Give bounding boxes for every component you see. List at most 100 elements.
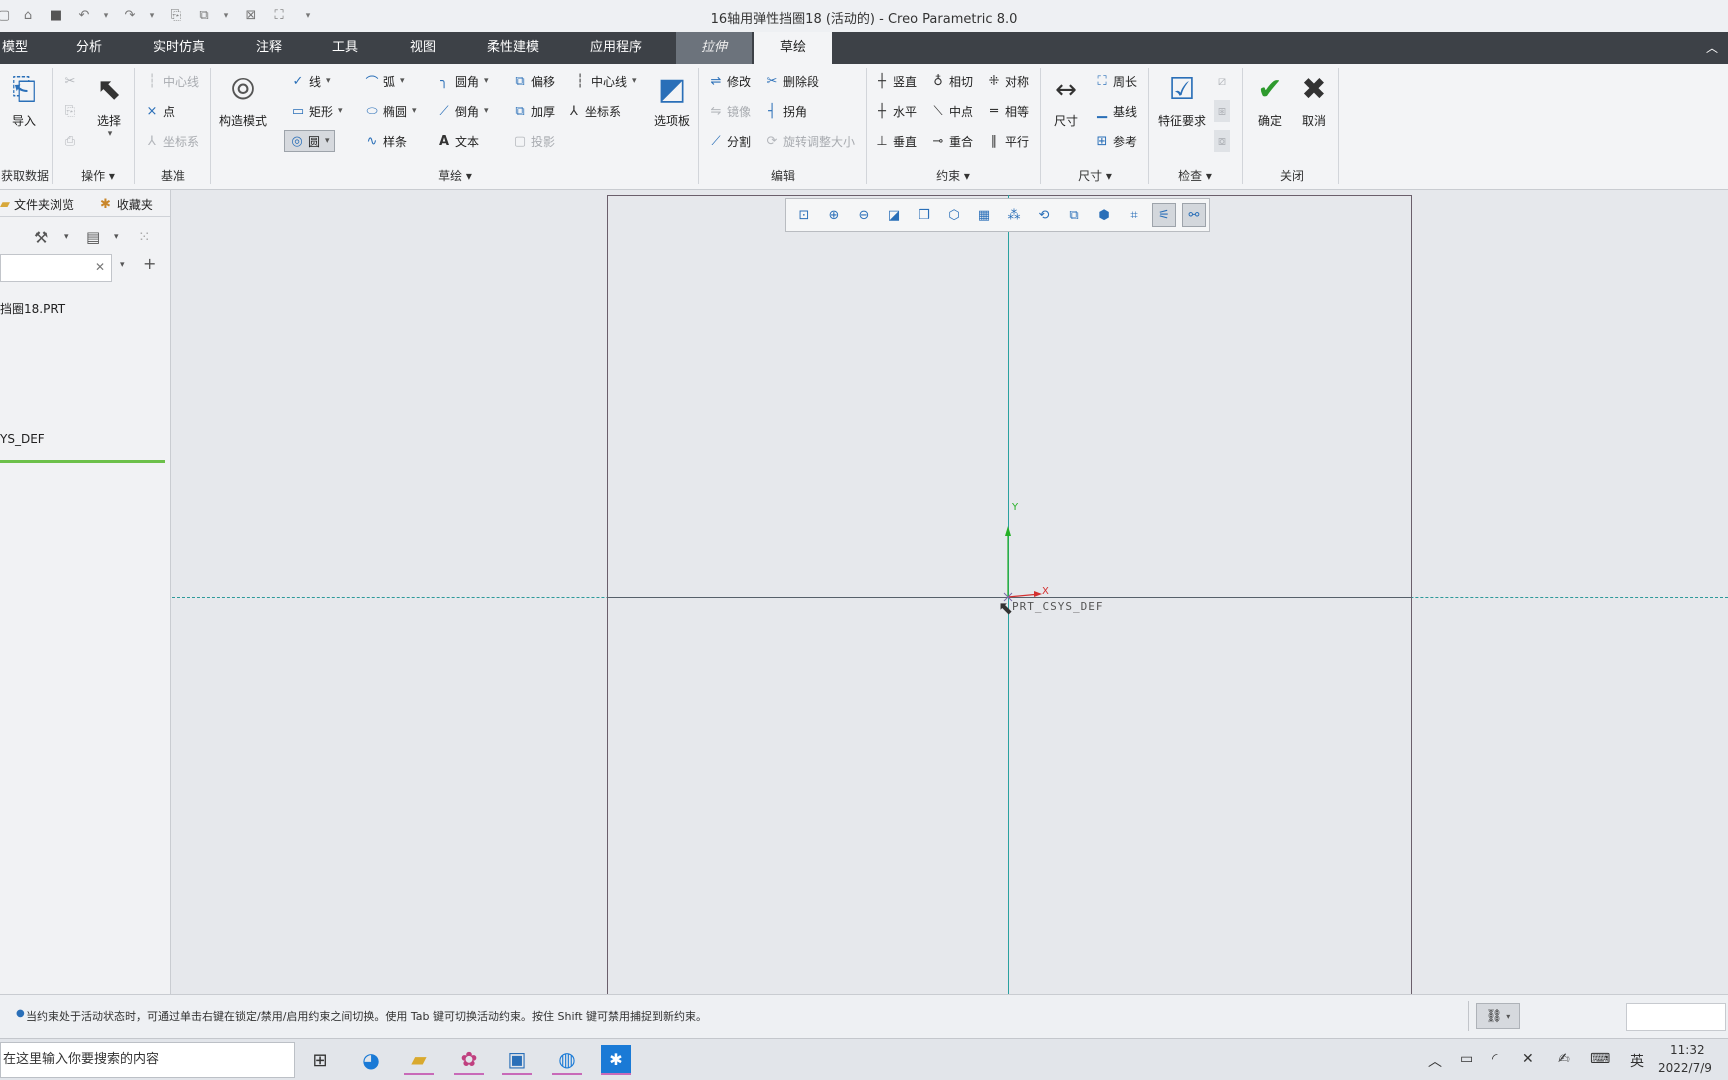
tangent-constraint-button[interactable]: ♁ 相切 [930, 70, 973, 92]
close-window-icon[interactable]: ⊠ [243, 8, 259, 24]
delete-segment-button[interactable]: ✂ 删除段 [764, 70, 819, 92]
paste-button[interactable]: ⎙ [62, 130, 78, 152]
chevron-down-icon[interactable]: ▾ [632, 76, 637, 86]
datum-point-button[interactable]: × 点 [144, 100, 175, 122]
chamfer-button[interactable]: ⟋ 倒角 ▾ [436, 100, 489, 122]
datum-centerline-button[interactable]: ┆ 中心线 [144, 70, 199, 92]
tab-extrude[interactable]: 拉伸 [676, 32, 752, 64]
select-button[interactable]: ⬉ 选择 ▾ [92, 68, 126, 139]
group-constrain[interactable]: 约束 ▾ [918, 167, 988, 184]
regenerate-icon[interactable]: ⎘ [168, 8, 184, 24]
edge-browser-icon[interactable]: ◕ [356, 1045, 386, 1075]
chevron-down-icon[interactable]: ▾ [64, 232, 69, 242]
windows-dropdown-icon[interactable]: ▾ [218, 8, 234, 24]
ellipse-button[interactable]: ⬭ 椭圆 ▾ [364, 100, 416, 122]
collapse-ribbon-icon[interactable]: ︿ [1706, 32, 1718, 64]
selection-filter-box[interactable] [1626, 1003, 1726, 1031]
project-button[interactable]: ▢ 投影 [512, 130, 555, 152]
annotation-display-icon[interactable]: ⧉ [1062, 203, 1086, 227]
tray-expand-icon[interactable]: ︿ [1428, 1051, 1442, 1071]
arc-button[interactable]: ⌒ 弧 ▾ [364, 70, 405, 92]
cancel-button[interactable]: ✖ 取消 [1294, 68, 1334, 129]
chevron-down-icon[interactable]: ▾ [114, 232, 119, 242]
chevron-down-icon[interactable]: ▾ [325, 136, 330, 146]
undo-dropdown-icon[interactable]: ▾ [98, 8, 114, 24]
taskbar-search-input[interactable]: 在这里输入你要搜索的内容 [0, 1042, 295, 1078]
redo-icon[interactable]: ↷ [122, 8, 138, 24]
highlight-open-ends-button[interactable]: ⧆ [1214, 100, 1230, 122]
chevron-down-icon[interactable]: ▾ [326, 76, 331, 86]
insert-marker[interactable] [0, 460, 165, 463]
shade-closed-loops-button[interactable]: ⧇ [1214, 130, 1230, 152]
coincident-constraint-button[interactable]: ⊸ 重合 [930, 130, 973, 152]
speaker-muted-icon[interactable]: ✕ [1522, 1051, 1534, 1067]
chevron-down-icon[interactable]: ▾ [484, 76, 489, 86]
wifi-icon[interactable]: ◜ [1492, 1051, 1497, 1067]
save-icon[interactable]: ■ [48, 8, 64, 24]
perpendicular-constraint-button[interactable]: ⊥ 垂直 [874, 130, 917, 152]
rotate-resize-button[interactable]: ⟳ 旋转调整大小 [764, 130, 855, 152]
sketcher-display-icon[interactable]: ⌗ [1122, 203, 1146, 227]
undo-icon[interactable]: ↶ [76, 8, 92, 24]
group-dimension[interactable]: 尺寸 ▾ [1058, 167, 1132, 184]
pinned-app-icon[interactable]: ✱ [601, 1045, 631, 1075]
baseline-button[interactable]: ▁ 基线 [1094, 100, 1137, 122]
tab-sketch[interactable]: 草绘 [754, 32, 832, 64]
chevron-down-icon[interactable]: ▾ [484, 106, 489, 116]
group-inspect[interactable]: 检查 ▾ [1160, 167, 1230, 184]
filter-icon[interactable]: ⁙ [138, 228, 151, 246]
tab-analysis[interactable]: 分析 [66, 32, 112, 64]
equal-constraint-button[interactable]: ═ 相等 [986, 100, 1029, 122]
tab-model[interactable]: 模型 [0, 32, 30, 64]
circle-button[interactable]: ◎ 圆 ▾ [284, 130, 335, 152]
more-icon[interactable]: ▾ [300, 8, 316, 24]
view-manager-icon[interactable]: ▦ [972, 203, 996, 227]
file-explorer-icon[interactable]: ▰ [404, 1045, 434, 1075]
tree-item-part[interactable]: 挡圈18.PRT [0, 300, 65, 317]
mirror-button[interactable]: ⇋ 镜像 [708, 100, 751, 122]
midpoint-constraint-button[interactable]: ⟍ 中点 [930, 100, 973, 122]
tab-flexible-modeling[interactable]: 柔性建模 [478, 32, 548, 64]
horizontal-constraint-button[interactable]: ┼ 水平 [874, 100, 917, 122]
chevron-down-icon[interactable]: ▾ [120, 260, 125, 270]
show-icon[interactable]: ▤ [86, 228, 100, 246]
reference-button[interactable]: ⊞ 参考 [1094, 130, 1137, 152]
palette-button[interactable]: ◩ 选项板 [650, 68, 694, 129]
feature-requirements-button[interactable]: ☑ 特征要求 [1154, 68, 1210, 129]
corner-button[interactable]: ┤ 拐角 [764, 100, 807, 122]
tab-view[interactable]: 视图 [400, 32, 446, 64]
group-sketch[interactable]: 草绘 ▾ [420, 167, 490, 184]
tree-item-csys[interactable]: YS_DEF [0, 432, 45, 446]
keyboard-icon[interactable]: ⌨ [1590, 1051, 1610, 1067]
saved-orientations-icon[interactable]: ⬡ [942, 203, 966, 227]
tab-favorites[interactable]: ✱ 收藏夹 [100, 196, 153, 213]
tab-live-simulation[interactable]: 实时仿真 [144, 32, 214, 64]
spline-button[interactable]: ∿ 样条 [364, 130, 407, 152]
new-icon[interactable]: ▢ [0, 8, 12, 24]
search-input[interactable]: ✕ [0, 254, 112, 282]
overlapping-geometry-button[interactable]: ⧄ [1214, 70, 1230, 92]
fillet-button[interactable]: ╮ 圆角 ▾ [436, 70, 489, 92]
filter-dropdown[interactable]: ⛓ ▾ [1476, 1003, 1520, 1029]
zoom-out-icon[interactable]: ⊖ [852, 203, 876, 227]
customize-icon[interactable]: ⛶ [271, 8, 287, 24]
tab-applications[interactable]: 应用程序 [578, 32, 654, 64]
windows-icon[interactable]: ⧉ [196, 8, 212, 24]
offset-button[interactable]: ⧉ 偏移 [512, 70, 555, 92]
spin-center-icon[interactable]: ⟲ [1032, 203, 1056, 227]
battery-icon[interactable]: ▭ [1460, 1051, 1473, 1067]
line-button[interactable]: ✓ 线 ▾ [290, 70, 331, 92]
chevron-down-icon[interactable]: ▾ [400, 76, 405, 86]
tab-folder-browser[interactable]: ▰ 文件夹浏览 [0, 196, 74, 213]
cut-button[interactable]: ✂ [62, 70, 78, 92]
redo-dropdown-icon[interactable]: ▾ [144, 8, 160, 24]
clear-icon[interactable]: ✕ [95, 260, 105, 274]
text-button[interactable]: A 文本 [436, 130, 479, 152]
sketch-centerline-button[interactable]: ┆ 中心线 ▾ [572, 70, 637, 92]
ime-indicator[interactable]: 英 [1630, 1051, 1644, 1071]
refit-icon[interactable]: ⊡ [792, 203, 816, 227]
import-button[interactable]: ⎗ 导入 [4, 68, 44, 129]
vertical-constraint-button[interactable]: ┼ 竖直 [874, 70, 917, 92]
clock-time[interactable]: 11:32 [1670, 1043, 1705, 1057]
creo-icon[interactable]: ✿ [454, 1045, 484, 1075]
